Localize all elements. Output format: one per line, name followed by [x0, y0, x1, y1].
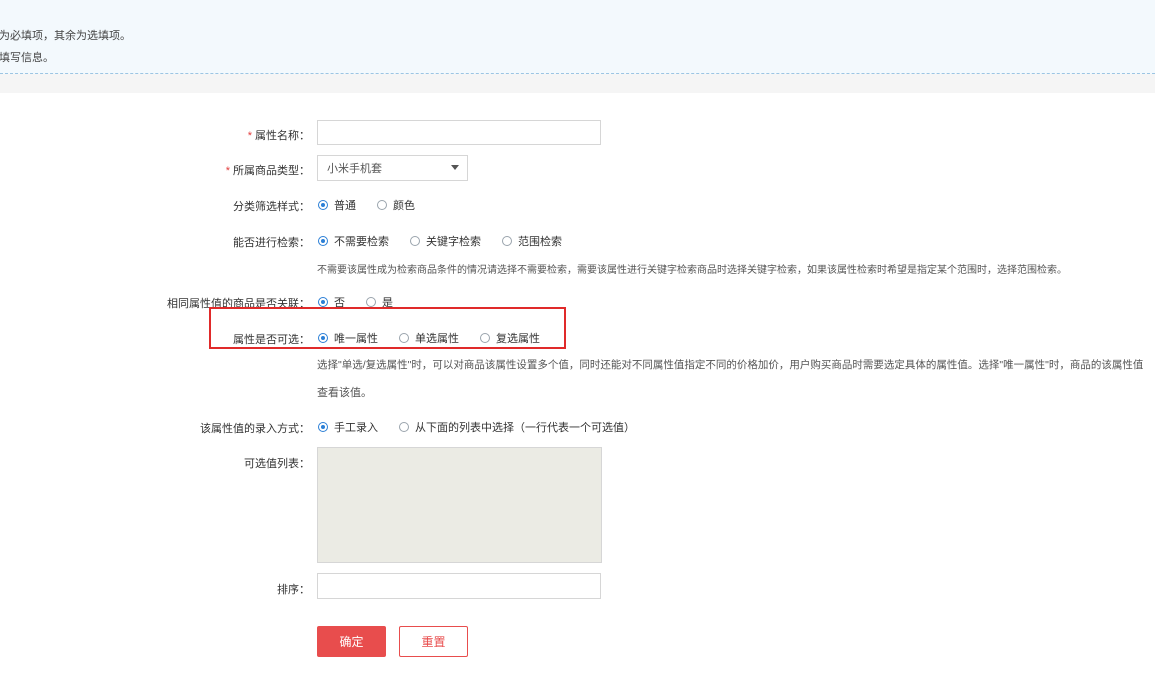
values-list-textarea[interactable]: [317, 447, 602, 563]
chevron-down-icon: [451, 165, 459, 170]
input-type-option-label: 手工录入: [334, 422, 378, 434]
goods-type-label-text: 所属商品类型：: [233, 165, 310, 177]
values-list-label: 可选值列表：: [244, 458, 310, 470]
radio-unchecked-icon[interactable]: [399, 333, 409, 343]
radio-unchecked-icon[interactable]: [502, 236, 512, 246]
radio-checked-icon[interactable]: [318, 297, 328, 307]
searchable-label: 能否进行检索：: [233, 237, 310, 249]
notice-line-2: 填写信息。: [0, 52, 54, 64]
selectable-radio-group: 唯一属性 单选属性 复选属性: [318, 330, 540, 346]
filter-style-option-label: 普通: [334, 200, 356, 212]
searchable-option-label: 关键字检索: [426, 236, 481, 248]
sort-label: 排序：: [277, 584, 310, 596]
goods-type-label: * 所属商品类型：: [226, 162, 310, 178]
searchable-option-label: 范围检索: [518, 236, 562, 248]
sort-input[interactable]: [317, 573, 601, 599]
searchable-option-none[interactable]: 不需要检索: [318, 233, 389, 249]
notice-panel: 为必填项，其余为选填项。 填写信息。: [0, 0, 1155, 74]
selectable-option-multiple[interactable]: 复选属性: [480, 330, 540, 346]
selectable-hint-line-2: 查看该值。: [317, 387, 372, 399]
selectable-option-single[interactable]: 单选属性: [399, 330, 459, 346]
selectable-hint-line-1: 选择"单选/复选属性"时，可以对商品该属性设置多个值，同时还能对不同属性值指定不…: [317, 359, 1144, 371]
radio-unchecked-icon[interactable]: [410, 236, 420, 246]
radio-checked-icon[interactable]: [318, 422, 328, 432]
confirm-button[interactable]: 确定: [317, 626, 386, 657]
reset-button[interactable]: 重置: [399, 626, 468, 657]
attr-name-input[interactable]: [317, 120, 601, 145]
input-type-option-list[interactable]: 从下面的列表中选择（一行代表一个可选值）: [399, 419, 635, 435]
searchable-option-range[interactable]: 范围检索: [502, 233, 562, 249]
searchable-option-keyword[interactable]: 关键字检索: [410, 233, 481, 249]
selectable-option-label: 单选属性: [415, 333, 459, 345]
filter-style-label: 分类筛选样式：: [233, 201, 310, 213]
filter-style-option-normal[interactable]: 普通: [318, 197, 356, 213]
filter-style-option-label: 颜色: [393, 200, 415, 212]
input-type-option-label: 从下面的列表中选择（一行代表一个可选值）: [415, 422, 635, 434]
radio-unchecked-icon[interactable]: [377, 200, 387, 210]
section-gap: [0, 74, 1155, 93]
attr-name-label-text: 属性名称：: [255, 130, 310, 142]
input-type-option-manual[interactable]: 手工录入: [318, 419, 378, 435]
radio-unchecked-icon[interactable]: [480, 333, 490, 343]
notice-line-1: 为必填项，其余为选填项。: [0, 30, 131, 42]
selectable-option-label: 复选属性: [496, 333, 540, 345]
required-mark: *: [225, 165, 230, 177]
input-type-label: 该属性值的录入方式：: [200, 423, 310, 435]
attr-name-label: * 属性名称：: [248, 127, 310, 143]
goods-type-selected: 小米手机套: [327, 163, 382, 175]
selectable-option-label: 唯一属性: [334, 333, 378, 345]
required-mark: *: [247, 130, 252, 142]
radio-unchecked-icon[interactable]: [366, 297, 376, 307]
goods-type-select[interactable]: 小米手机套: [317, 155, 468, 181]
radio-checked-icon[interactable]: [318, 200, 328, 210]
input-type-radio-group: 手工录入 从下面的列表中选择（一行代表一个可选值）: [318, 419, 635, 435]
radio-checked-icon[interactable]: [318, 333, 328, 343]
filter-style-option-color[interactable]: 颜色: [377, 197, 415, 213]
filter-style-radio-group: 普通 颜色: [318, 197, 415, 213]
radio-unchecked-icon[interactable]: [399, 422, 409, 432]
selectable-option-unique[interactable]: 唯一属性: [318, 330, 378, 346]
radio-checked-icon[interactable]: [318, 236, 328, 246]
searchable-option-label: 不需要检索: [334, 236, 389, 248]
searchable-hint: 不需要该属性成为检索商品条件的情况请选择不需要检索，需要该属性进行关键字检索商品…: [317, 265, 1067, 276]
searchable-radio-group: 不需要检索 关键字检索 范围检索: [318, 233, 562, 249]
selectable-label: 属性是否可选：: [233, 334, 310, 346]
